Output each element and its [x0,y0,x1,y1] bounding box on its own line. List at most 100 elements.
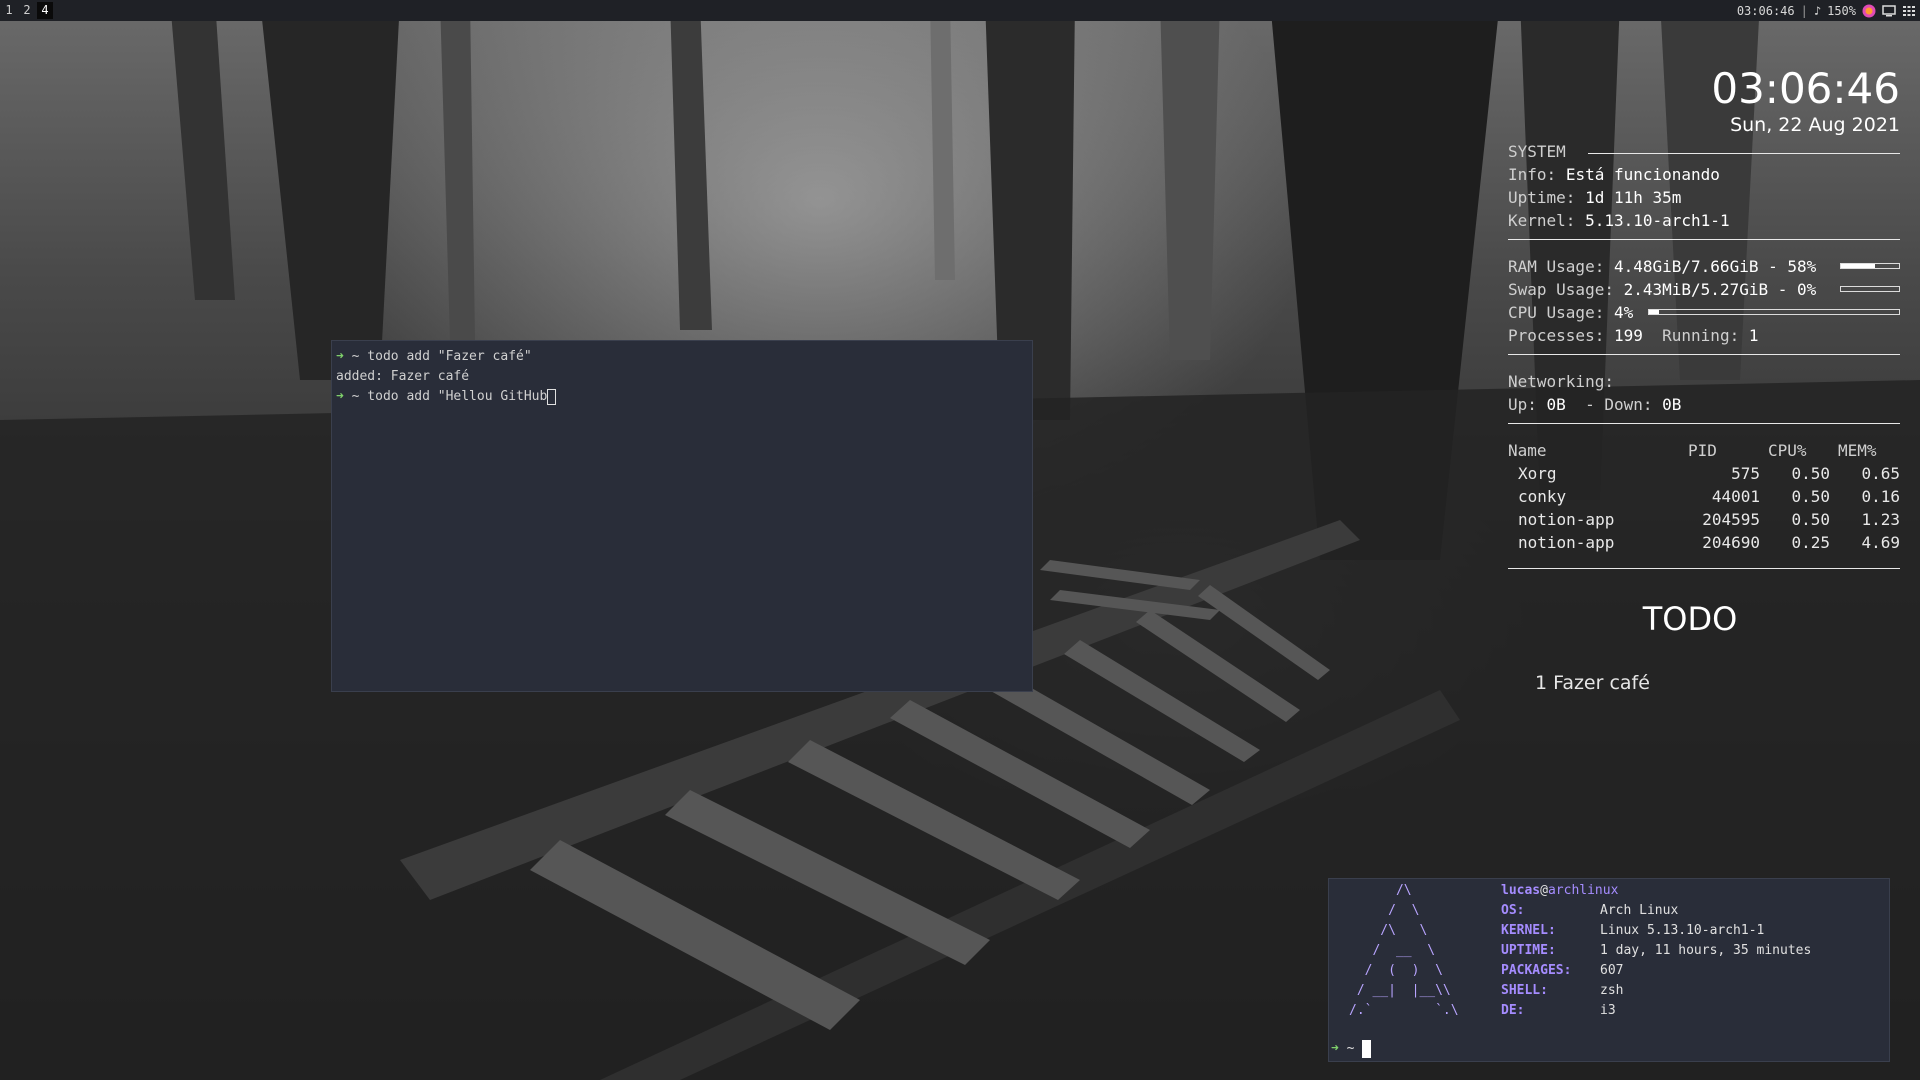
info-row: PACKAGES: 607 [1501,961,1811,981]
running-label: Running: [1662,326,1740,345]
text-cursor [1362,1039,1372,1058]
process-cpu: 0.50 [1791,487,1830,506]
process-cpu: 0.50 [1791,510,1830,529]
workspace-1-button[interactable]: 1 [1,2,17,19]
info-row: OS: Arch Linux [1501,901,1811,921]
processes-line: Processes: 199 Running: 1 [1508,326,1758,345]
process-name: conky [1518,487,1567,506]
info-key: PACKAGES: [1501,963,1572,978]
networking-label: Networking: [1508,372,1614,391]
info-value: 1 day, 11 hours, 35 minutes [1600,943,1812,958]
process-mem: 4.69 [1861,533,1900,552]
ram-value: 4.48GiB/7.66GiB - 58% [1613,257,1817,276]
todo-item: 1 Fazer café [1535,672,1650,694]
system-header-rule [1588,153,1900,154]
info-value: zsh [1600,983,1624,998]
grid-icon[interactable] [1902,4,1916,18]
terminal-window-neofetch[interactable]: /\ / \ /\ \ / __ \ / ( ) \ / __| |__\\ /… [1328,878,1890,1062]
down-label: - Down: [1585,395,1653,414]
user-host-line: lucas@archlinux [1501,881,1811,901]
workspace-4-button[interactable]: 4 [37,2,53,19]
info-row: UPTIME: 1 day, 11 hours, 35 minutes [1501,941,1811,961]
command-input-text[interactable]: ~ todo add "Hellou GitHub [344,389,548,404]
divider [1508,239,1900,240]
username: lucas [1501,883,1541,898]
down-value: 0B [1662,395,1682,414]
ram-usage-bar [1840,263,1900,269]
swap-usage-bar [1840,286,1900,292]
cpu-label: CPU Usage: [1508,303,1605,322]
volume-level[interactable]: 150% [1827,4,1856,18]
desktop-clock: 03:06:46 [1711,64,1900,113]
swap-label: Swap Usage: [1508,280,1614,299]
info-key: DE: [1501,1003,1525,1018]
col-name: Name [1508,441,1547,460]
info-key: SHELL: [1501,983,1548,998]
status-tray: 03:06:46 | ♪ 150% [1737,0,1916,21]
uptime-line: Uptime: 1d 11h 35m [1508,188,1681,207]
info-value: Arch Linux [1600,903,1679,918]
process-cpu: 0.50 [1791,464,1830,483]
process-name: notion-app [1518,510,1615,529]
workspace-2-button[interactable]: 2 [19,2,35,19]
process-pid: 204690 [1702,533,1760,552]
desktop-date: Sun, 22 Aug 2021 [1730,114,1900,136]
cpu-usage-bar [1648,309,1900,315]
info-row: DE: i3 [1501,1001,1811,1021]
prompt-arrow-icon: ➜ [1331,1041,1339,1056]
process-mem: 0.65 [1861,464,1900,483]
cpu-line: CPU Usage: 4% [1508,303,1633,322]
uptime-value: 1d 11h 35m [1585,188,1682,207]
arch-logo-ascii: /\ / \ /\ \ / __ \ / ( ) \ / __| |__\\ /… [1349,883,1459,1018]
cpu-value: 4% [1613,303,1634,322]
network-line: Up: 0B - Down: 0B [1508,395,1681,414]
swap-line: Swap Usage: 2.43MiB/5.27GiB - 0% [1508,280,1816,299]
process-table-header: Name PID CPU% MEM% [1508,441,1900,463]
info-key: UPTIME: [1501,943,1556,958]
process-name: notion-app [1518,533,1615,552]
up-label: Up: [1508,395,1537,414]
firefox-icon[interactable] [1862,4,1876,18]
uptime-label: Uptime: [1508,188,1576,207]
process-pid: 575 [1731,464,1760,483]
table-row: notion-app 204595 0.50 1.23 [1508,510,1900,532]
monitor-icon[interactable] [1882,4,1896,18]
prompt-arrow-icon: ➜ [336,389,344,404]
info-label: Info: [1508,165,1557,184]
info-key: OS: [1501,903,1525,918]
info-value: Está funcionando [1565,165,1720,184]
hostname: archlinux [1547,883,1619,898]
table-row: Xorg 575 0.50 0.65 [1508,464,1900,486]
swap-value: 2.43MiB/5.27GiB - 0% [1623,280,1817,299]
info-value: Linux 5.13.10-arch1-1 [1600,923,1765,938]
terminal-line: ➜ ~ todo add "Fazer café" [336,347,1028,367]
processes-label: Processes: [1508,326,1605,345]
bar-clock: 03:06:46 [1736,3,1795,18]
divider [1508,423,1900,424]
info-value: i3 [1600,1003,1616,1018]
kernel-value: 5.13.10-arch1-1 [1585,211,1730,230]
terminal-window-todo[interactable]: ➜ ~ todo add "Fazer café" added: Fazer c… [331,340,1033,692]
col-mem: MEM% [1838,441,1877,460]
music-note-icon[interactable]: ♪ [1814,4,1821,18]
running-value: 1 [1748,326,1759,345]
table-row: notion-app 204690 0.25 4.69 [1508,533,1900,555]
neofetch-info: lucas@archlinux OS: Arch Linux KERNEL: Lin… [1501,881,1811,1021]
col-cpu: CPU% [1768,441,1807,460]
info-line: Info: Está funcionando [1508,165,1720,184]
terminal-input-line[interactable]: ➜ ~ todo add "Hellou GitHub [336,387,1028,407]
terminal-input-line[interactable]: ➜ ~ [1331,1039,1372,1059]
divider [1508,568,1900,569]
top-status-bar: 1 2 4 03:06:46 | ♪ 150% [0,0,1920,21]
info-key: KERNEL: [1501,923,1556,938]
kernel-label: Kernel: [1508,211,1576,230]
process-pid: 204595 [1702,510,1760,529]
text-cursor [547,388,557,405]
process-mem: 0.16 [1861,487,1900,506]
info-row: KERNEL: Linux 5.13.10-arch1-1 [1501,921,1811,941]
process-mem: 1.23 [1861,510,1900,529]
info-value: 607 [1600,963,1624,978]
bar-separator: | [1800,3,1808,18]
command-text: ~ todo add "Fazer café" [343,349,532,364]
prompt-text: ~ [1338,1041,1363,1056]
